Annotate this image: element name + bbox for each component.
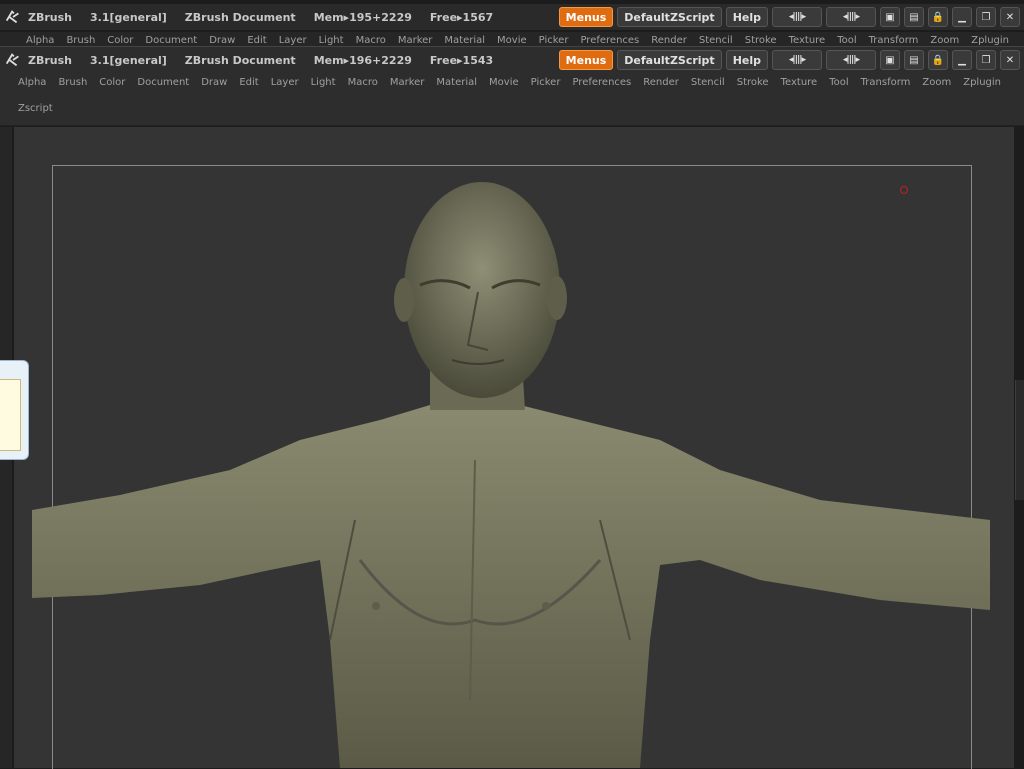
- note-paper-icon: [0, 379, 21, 451]
- sculpted-figure-model[interactable]: [0, 0, 1024, 768]
- notepad-tray-icon[interactable]: [0, 360, 29, 460]
- right-tray-handle[interactable]: [1015, 380, 1024, 500]
- brush-cursor-icon: [900, 186, 908, 194]
